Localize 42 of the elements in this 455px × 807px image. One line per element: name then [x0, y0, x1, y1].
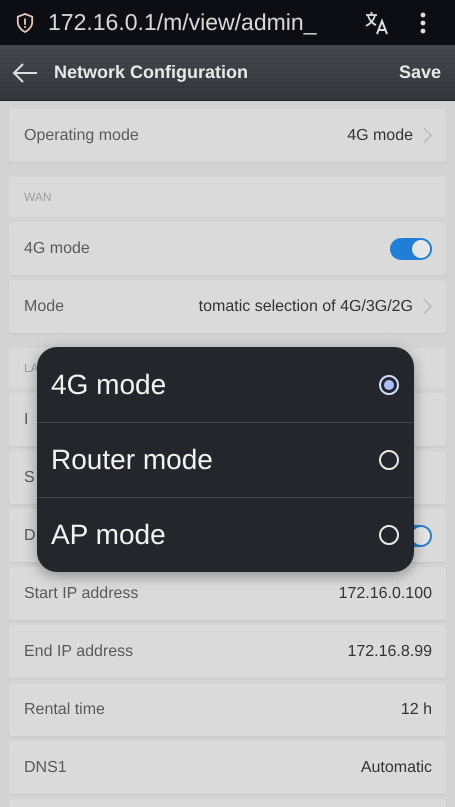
settings-row[interactable]: DNS1 Automatic	[9, 741, 446, 794]
settings-row[interactable]: 4G mode	[9, 222, 446, 275]
radio-button[interactable]	[379, 525, 399, 545]
shield-icon[interactable]	[16, 12, 34, 32]
more-icon[interactable]	[420, 12, 426, 34]
option-label: AP mode	[51, 519, 167, 551]
save-button[interactable]: Save	[396, 58, 443, 87]
row-label: I	[24, 410, 28, 428]
menu-option[interactable]: 4G mode	[37, 347, 414, 422]
back-icon[interactable]	[12, 62, 38, 82]
row-label: DNS1	[24, 758, 67, 776]
settings-row[interactable]: End IP address 172.16.8.99	[9, 625, 446, 678]
menu-option[interactable]: AP mode	[37, 497, 414, 572]
option-label: 4G mode	[51, 368, 168, 400]
row-label: Mode	[24, 298, 64, 316]
page-title: Network Configuration	[54, 62, 249, 83]
settings-row[interactable]: Start IP address 172.16.0.100	[9, 567, 446, 620]
row-value: tomatic selection of 4G/3G/2G	[198, 298, 413, 316]
row-value: 4G mode	[347, 126, 413, 144]
menu-option[interactable]: Router mode	[37, 422, 414, 497]
row-label: D	[24, 526, 36, 544]
row-label: Operating mode	[24, 126, 139, 144]
chevron-icon	[423, 127, 432, 144]
toggle-switch[interactable]	[390, 238, 432, 260]
row-label: Rental time	[24, 700, 105, 718]
chevron-icon	[423, 298, 432, 315]
settings-row[interactable]: Rental time 12 h	[9, 683, 446, 736]
translate-icon[interactable]	[364, 10, 390, 34]
row-label: Start IP address	[24, 584, 138, 602]
settings-row[interactable]: Operating mode 4G mode	[9, 109, 446, 162]
radio-button[interactable]	[379, 450, 399, 470]
settings-row[interactable]: Mode tomatic selection of 4G/3G/2G	[9, 280, 446, 333]
row-label: 4G mode	[24, 240, 90, 258]
row-value: 12 h	[400, 700, 432, 718]
option-label: Router mode	[51, 444, 214, 476]
row-value: Automatic	[360, 758, 432, 776]
row-value: 172.16.8.99	[347, 642, 432, 660]
row-label: S	[24, 468, 35, 486]
row-label: End IP address	[24, 642, 134, 660]
row-value: 172.16.0.100	[338, 584, 432, 602]
radio-button[interactable]	[379, 374, 399, 394]
section-label: WAN	[24, 190, 52, 204]
